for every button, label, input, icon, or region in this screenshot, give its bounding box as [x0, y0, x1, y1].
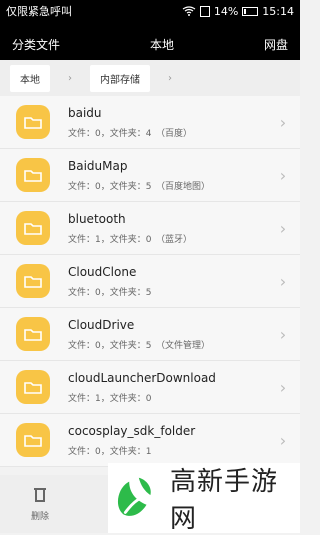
list-item[interactable]: cloudLauncherDownload 文件：1，文件夹：0 › [0, 361, 300, 414]
breadcrumb-internal-storage[interactable]: 内部存储 [90, 64, 150, 92]
tab-local[interactable]: 本地 [150, 32, 174, 57]
status-time: 15:14 [262, 4, 294, 18]
breadcrumb-local[interactable]: 本地 [10, 64, 50, 92]
folder-icon [16, 264, 50, 298]
file-meta: 文件：1，文件夹：0 （蓝牙） [68, 234, 192, 245]
breadcrumb-chevron: › [168, 72, 172, 84]
wifi-icon [182, 6, 196, 16]
chevron-right-icon: › [279, 271, 287, 291]
file-name: cocosplay_sdk_folder [68, 423, 196, 438]
delete-label: 删除 [30, 511, 49, 522]
watermark-logo: 高新手游网 [108, 463, 300, 534]
folder-icon [16, 370, 50, 404]
list-item[interactable]: bluetooth 文件：1，文件夹：0 （蓝牙） › [0, 202, 300, 255]
folder-icon [16, 211, 50, 245]
status-right: 14% 15:14 [182, 5, 294, 18]
file-text: cloudLauncherDownload 文件：1，文件夹：0 [68, 371, 274, 404]
file-name: cloudLauncherDownload [68, 370, 216, 385]
chevron-right-icon: › [279, 324, 287, 344]
list-item[interactable]: baidu 文件：0，文件夹：4 （百度） › [0, 96, 300, 149]
file-text: bluetooth 文件：1，文件夹：0 （蓝牙） [68, 212, 274, 245]
list-item[interactable]: CloudDrive 文件：0，文件夹：5 （文件管理） › [0, 308, 300, 361]
sim-icon [199, 5, 210, 17]
file-meta: 文件：1，文件夹：0 [68, 393, 152, 404]
file-name: bluetooth [68, 211, 126, 226]
folder-icon [16, 105, 50, 139]
file-name: CloudClone [68, 264, 137, 279]
file-name: baidu [68, 105, 102, 120]
file-text: cocosplay_sdk_folder 文件：0，文件夹：1 [68, 424, 274, 457]
trash-icon [33, 487, 47, 503]
watermark-leaf-icon [117, 477, 151, 516]
list-item[interactable]: CloudClone 文件：0，文件夹：5 › [0, 255, 300, 308]
list-item[interactable]: cocosplay_sdk_folder 文件：0，文件夹：1 › [0, 414, 300, 467]
breadcrumb: 本地 › 内部存储 › [0, 60, 300, 96]
tab-netdisk[interactable]: 网盘 [264, 32, 288, 57]
chevron-right-icon: › [279, 112, 287, 132]
tab-category-files[interactable]: 分类文件 [12, 32, 60, 57]
breadcrumb-chevron: › [68, 72, 72, 84]
file-meta: 文件：0，文件夹：5 （百度地图） [68, 181, 210, 192]
file-text: CloudDrive 文件：0，文件夹：5 （文件管理） [68, 318, 274, 351]
chevron-right-icon: › [279, 218, 287, 238]
file-meta: 文件：0，文件夹：5 [68, 287, 152, 298]
file-meta: 文件：0，文件夹：4 （百度） [68, 128, 192, 139]
file-meta: 文件：0，文件夹：5 （文件管理） [68, 340, 210, 351]
folder-icon [16, 423, 50, 457]
file-list: baidu 文件：0，文件夹：4 （百度） › BaiduMap 文件：0，文件… [0, 96, 300, 475]
battery-icon [242, 6, 259, 16]
delete-button[interactable]: 删除 [0, 487, 80, 522]
file-text: baidu 文件：0，文件夹：4 （百度） [68, 106, 274, 139]
folder-icon [16, 317, 50, 351]
battery-percent: 14% [213, 4, 239, 18]
file-text: CloudClone 文件：0，文件夹：5 [68, 265, 274, 298]
file-name: BaiduMap [68, 158, 128, 173]
status-bar: 仅限紧急呼叫 14% 15:14 [0, 0, 300, 22]
file-name: CloudDrive [68, 317, 135, 332]
watermark-text: 高新手游网 [170, 467, 279, 534]
chevron-right-icon: › [279, 430, 287, 450]
status-left-text: 仅限紧急呼叫 [6, 5, 72, 18]
list-item[interactable]: BaiduMap 文件：0，文件夹：5 （百度地图） › [0, 149, 300, 202]
file-meta: 文件：0，文件夹：1 [68, 446, 152, 457]
folder-icon [16, 158, 50, 192]
chevron-right-icon: › [279, 377, 287, 397]
file-text: BaiduMap 文件：0，文件夹：5 （百度地图） [68, 159, 274, 192]
chevron-right-icon: › [279, 165, 287, 185]
